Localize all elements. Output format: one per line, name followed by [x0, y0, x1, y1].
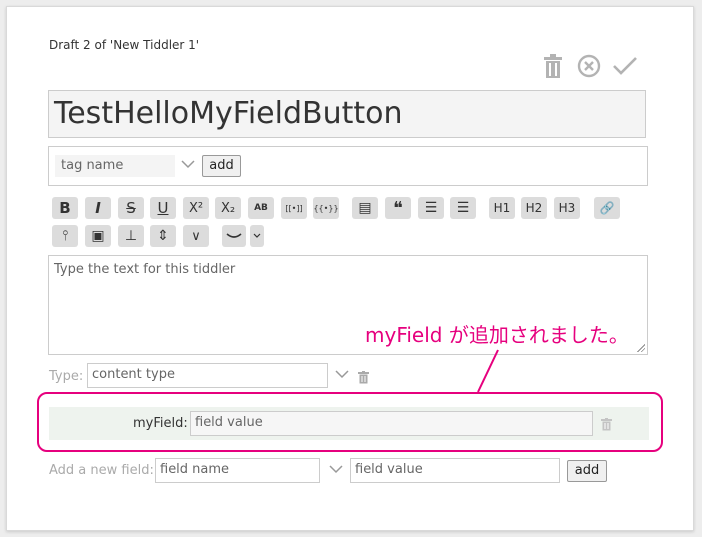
checkmark-icon [613, 57, 637, 75]
more-button[interactable]: ∨ [183, 225, 209, 247]
preview-dropdown-button[interactable] [250, 225, 264, 247]
closed-eye-icon [226, 233, 242, 238]
add-new-field-label: Add a new field: [49, 463, 154, 478]
bold-button[interactable]: B [52, 197, 78, 219]
delete-tiddler-button[interactable] [540, 53, 566, 79]
type-dropdown-chevron-icon[interactable] [335, 369, 349, 382]
quote-button[interactable]: ❝ [385, 197, 411, 219]
highlight-frame [37, 392, 663, 452]
superscript-button[interactable]: X² [183, 197, 209, 219]
chevron-down-icon [253, 233, 261, 238]
excise-button[interactable]: ⫯ [52, 225, 78, 247]
picture-button[interactable]: ▣ [85, 225, 111, 247]
tag-editor-row: tag name add [48, 146, 648, 186]
italic-button[interactable]: I [85, 197, 111, 219]
transclude-button[interactable]: [[•]] [281, 197, 307, 219]
heading1-button[interactable]: H1 [489, 197, 515, 219]
underline-button[interactable]: U [150, 197, 176, 219]
title-input[interactable]: TestHelloMyFieldButton [48, 90, 646, 138]
resize-grip-icon[interactable] [637, 344, 645, 352]
preview-toggle-button[interactable] [222, 225, 246, 247]
link-button[interactable]: 🔗 [594, 197, 620, 219]
stamp-button[interactable]: ⊥ [118, 225, 144, 247]
new-field-value-input[interactable]: field value [350, 458, 560, 483]
bullet-list-button[interactable]: ☰ [418, 197, 444, 219]
close-circle-icon [577, 54, 601, 78]
heading3-button[interactable]: H3 [554, 197, 580, 219]
tag-name-input[interactable]: tag name [55, 155, 175, 177]
save-tiddler-button[interactable] [612, 53, 638, 79]
smallcaps-button[interactable]: AB [248, 197, 274, 219]
annotation-text: myField が追加されました。 [365, 323, 629, 347]
numbered-list-button[interactable]: ☰ [450, 197, 476, 219]
type-label: Type: [49, 369, 84, 384]
macro-button[interactable]: {{•}} [313, 197, 339, 219]
format-toolbar: B I S U X² X₂ AB [[•]] {{•}} ▤ ❝ ☰ ☰ H1 … [52, 197, 632, 251]
clear-type-trash-icon[interactable] [358, 369, 369, 388]
subscript-button[interactable]: X₂ [215, 197, 241, 219]
heading2-button[interactable]: H2 [521, 197, 547, 219]
content-type-input[interactable]: content type [87, 363, 328, 388]
trash-icon [544, 54, 562, 78]
size-button[interactable]: ⇕ [150, 225, 176, 247]
editor-placeholder: Type the text for this tiddler [54, 262, 236, 277]
add-tag-button[interactable]: add [202, 155, 241, 177]
annotation-pointer [477, 349, 499, 393]
strikethrough-button[interactable]: S [118, 197, 144, 219]
monospace-block-button[interactable]: ▤ [352, 197, 378, 219]
new-field-name-input[interactable]: field name [155, 458, 320, 483]
tiddler-toolbar [540, 53, 638, 79]
add-field-button[interactable]: add [567, 460, 607, 482]
field-name-dropdown-chevron-icon[interactable] [329, 464, 343, 477]
draft-title: Draft 2 of 'New Tiddler 1' [49, 38, 200, 52]
tag-dropdown-chevron-icon[interactable] [181, 159, 195, 172]
cancel-edit-button[interactable] [576, 53, 602, 79]
